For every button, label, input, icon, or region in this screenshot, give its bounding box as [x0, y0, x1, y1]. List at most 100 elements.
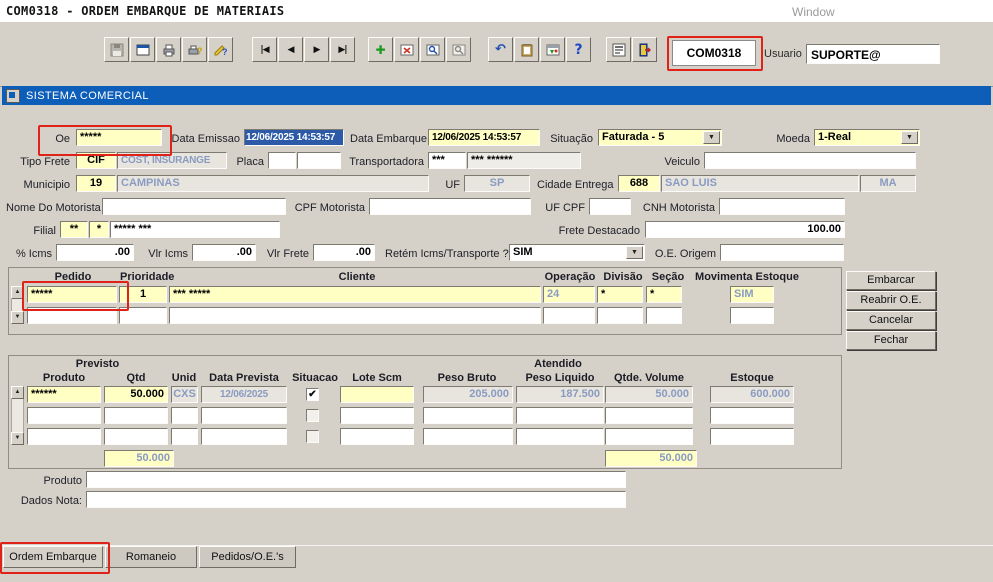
cliente-cell[interactable]: [169, 307, 541, 324]
delete-record-button[interactable]: [394, 37, 419, 62]
placa-input-2[interactable]: [297, 152, 341, 169]
oe-label: Oe: [44, 131, 70, 147]
placa-input-1[interactable]: [268, 152, 296, 169]
divisao-cell[interactable]: [597, 307, 643, 324]
secao-cell[interactable]: [646, 307, 682, 324]
lote-cell[interactable]: [340, 428, 414, 445]
reabrir-oe-button[interactable]: Reabrir O.E.: [846, 291, 936, 310]
print-button[interactable]: [156, 37, 181, 62]
enter-query-button[interactable]: [420, 37, 445, 62]
show-keys-icon: [611, 42, 627, 58]
prioridade-cell[interactable]: 1: [119, 286, 167, 303]
next-record-button[interactable]: ▶: [304, 37, 329, 62]
cancelar-button[interactable]: Cancelar: [846, 311, 936, 330]
record-status-button[interactable]: [540, 37, 565, 62]
nome-motorista-input[interactable]: [102, 198, 286, 215]
embarcar-button[interactable]: Embarcar: [846, 271, 936, 290]
cnh-motorista-input[interactable]: [719, 198, 845, 215]
pedido-cell[interactable]: [27, 307, 117, 324]
unid-cell: [171, 407, 198, 424]
fechar-button[interactable]: Fechar: [846, 331, 936, 350]
data-emissao-input[interactable]: 12/06/2025 14:53:57: [244, 129, 344, 146]
usuario-value-field[interactable]: SUPORTE@: [806, 44, 940, 64]
vlr-icms-input[interactable]: .00: [192, 244, 256, 261]
produto-cell[interactable]: ******: [27, 386, 101, 403]
perc-icms-input[interactable]: .00: [56, 244, 134, 261]
retem-icms-select[interactable]: SIM ▼: [509, 244, 645, 261]
previous-record-button[interactable]: ◀: [278, 37, 303, 62]
unid-cell: CXS: [171, 386, 198, 403]
qtd-cell[interactable]: [104, 407, 168, 424]
uf-cpf-label: UF CPF: [541, 200, 585, 216]
execute-query-button[interactable]: [446, 37, 471, 62]
print-icon: [161, 42, 177, 58]
first-record-button[interactable]: |◀: [252, 37, 277, 62]
exit-button[interactable]: [632, 37, 657, 62]
moeda-label: Moeda: [770, 131, 810, 147]
tab-romaneio[interactable]: Romaneio: [105, 546, 197, 568]
secao-cell[interactable]: *: [646, 286, 682, 303]
print-help-button[interactable]: ?: [182, 37, 207, 62]
pedidos-header-operacao: Operação: [544, 270, 596, 284]
tipo-frete-input[interactable]: CIF: [76, 152, 116, 169]
pedido-cell[interactable]: *****: [27, 286, 117, 303]
transportadora-code-input[interactable]: ***: [428, 152, 466, 169]
cpf-motorista-input[interactable]: [369, 198, 531, 215]
oe-input[interactable]: *****: [76, 129, 162, 146]
itens-header-estoque: Estoque: [708, 371, 796, 385]
veiculo-input[interactable]: [704, 152, 916, 169]
situacao-checkbox[interactable]: [306, 409, 319, 422]
dropdown-arrow-icon[interactable]: ▼: [901, 131, 918, 144]
tab-ordem-embarque[interactable]: Ordem Embarque: [3, 546, 103, 568]
produto-footer-input[interactable]: [86, 471, 626, 488]
undo-button[interactable]: ↶: [488, 37, 513, 62]
itens-scroll-down-icon[interactable]: ▼: [11, 432, 24, 445]
qtd-cell[interactable]: [104, 428, 168, 445]
frete-destacado-input[interactable]: 100.00: [645, 221, 845, 238]
produto-cell[interactable]: [27, 428, 101, 445]
window-button[interactable]: [130, 37, 155, 62]
municipio-code-input[interactable]: 19: [76, 175, 116, 192]
pedidos-scroll-down-icon[interactable]: ▼: [11, 311, 24, 324]
divisao-cell[interactable]: *: [597, 286, 643, 303]
uf-cpf-input[interactable]: [589, 198, 631, 215]
tab-pedidos-oes[interactable]: Pedidos/O.E.'s: [199, 546, 296, 568]
dados-nota-input[interactable]: [86, 491, 626, 508]
movimenta-cell[interactable]: SIM: [730, 286, 774, 303]
itens-scroll-up-icon[interactable]: ▲: [11, 386, 24, 399]
lote-cell[interactable]: [340, 407, 414, 424]
filial-code2-input[interactable]: *: [89, 221, 109, 238]
vlr-frete-input[interactable]: .00: [313, 244, 375, 261]
last-record-button[interactable]: ▶|: [330, 37, 355, 62]
paste-button[interactable]: [514, 37, 539, 62]
dropdown-arrow-icon[interactable]: ▼: [703, 131, 720, 144]
show-keys-button[interactable]: [606, 37, 631, 62]
save-button[interactable]: [104, 37, 129, 62]
system-banner: SISTEMA COMERCIAL: [2, 86, 991, 105]
menu-window[interactable]: Window: [792, 5, 835, 19]
dropdown-arrow-icon[interactable]: ▼: [626, 246, 643, 259]
svg-text:?: ?: [197, 46, 203, 56]
situacao-checkbox[interactable]: ✔: [306, 388, 319, 401]
insert-record-button[interactable]: ✚: [368, 37, 393, 62]
tipo-frete-desc: COST, INSURANGE: [117, 152, 227, 169]
cliente-cell[interactable]: *** *****: [169, 286, 541, 303]
cidade-entrega-code-input[interactable]: 688: [618, 175, 660, 192]
operacao-cell[interactable]: 24: [543, 286, 595, 303]
filial-code1-input[interactable]: **: [60, 221, 88, 238]
produto-cell[interactable]: [27, 407, 101, 424]
filial-name-input[interactable]: ***** ***: [110, 221, 280, 238]
operacao-cell[interactable]: [543, 307, 595, 324]
moeda-select[interactable]: 1-Real ▼: [814, 129, 920, 146]
pedidos-scroll-up-icon[interactable]: ▲: [11, 286, 24, 299]
lote-cell[interactable]: [340, 386, 414, 403]
situacao-checkbox[interactable]: [306, 430, 319, 443]
edit-help-button[interactable]: ?: [208, 37, 233, 62]
movimenta-cell[interactable]: [730, 307, 774, 324]
help-button[interactable]: ?: [566, 37, 591, 62]
prioridade-cell[interactable]: [119, 307, 167, 324]
qtd-cell[interactable]: 50.000: [104, 386, 168, 403]
situacao-select[interactable]: Faturada - 5 ▼: [598, 129, 722, 146]
data-embarque-input[interactable]: 12/06/2025 14:53:57: [428, 129, 540, 146]
oe-origem-input[interactable]: [720, 244, 844, 261]
